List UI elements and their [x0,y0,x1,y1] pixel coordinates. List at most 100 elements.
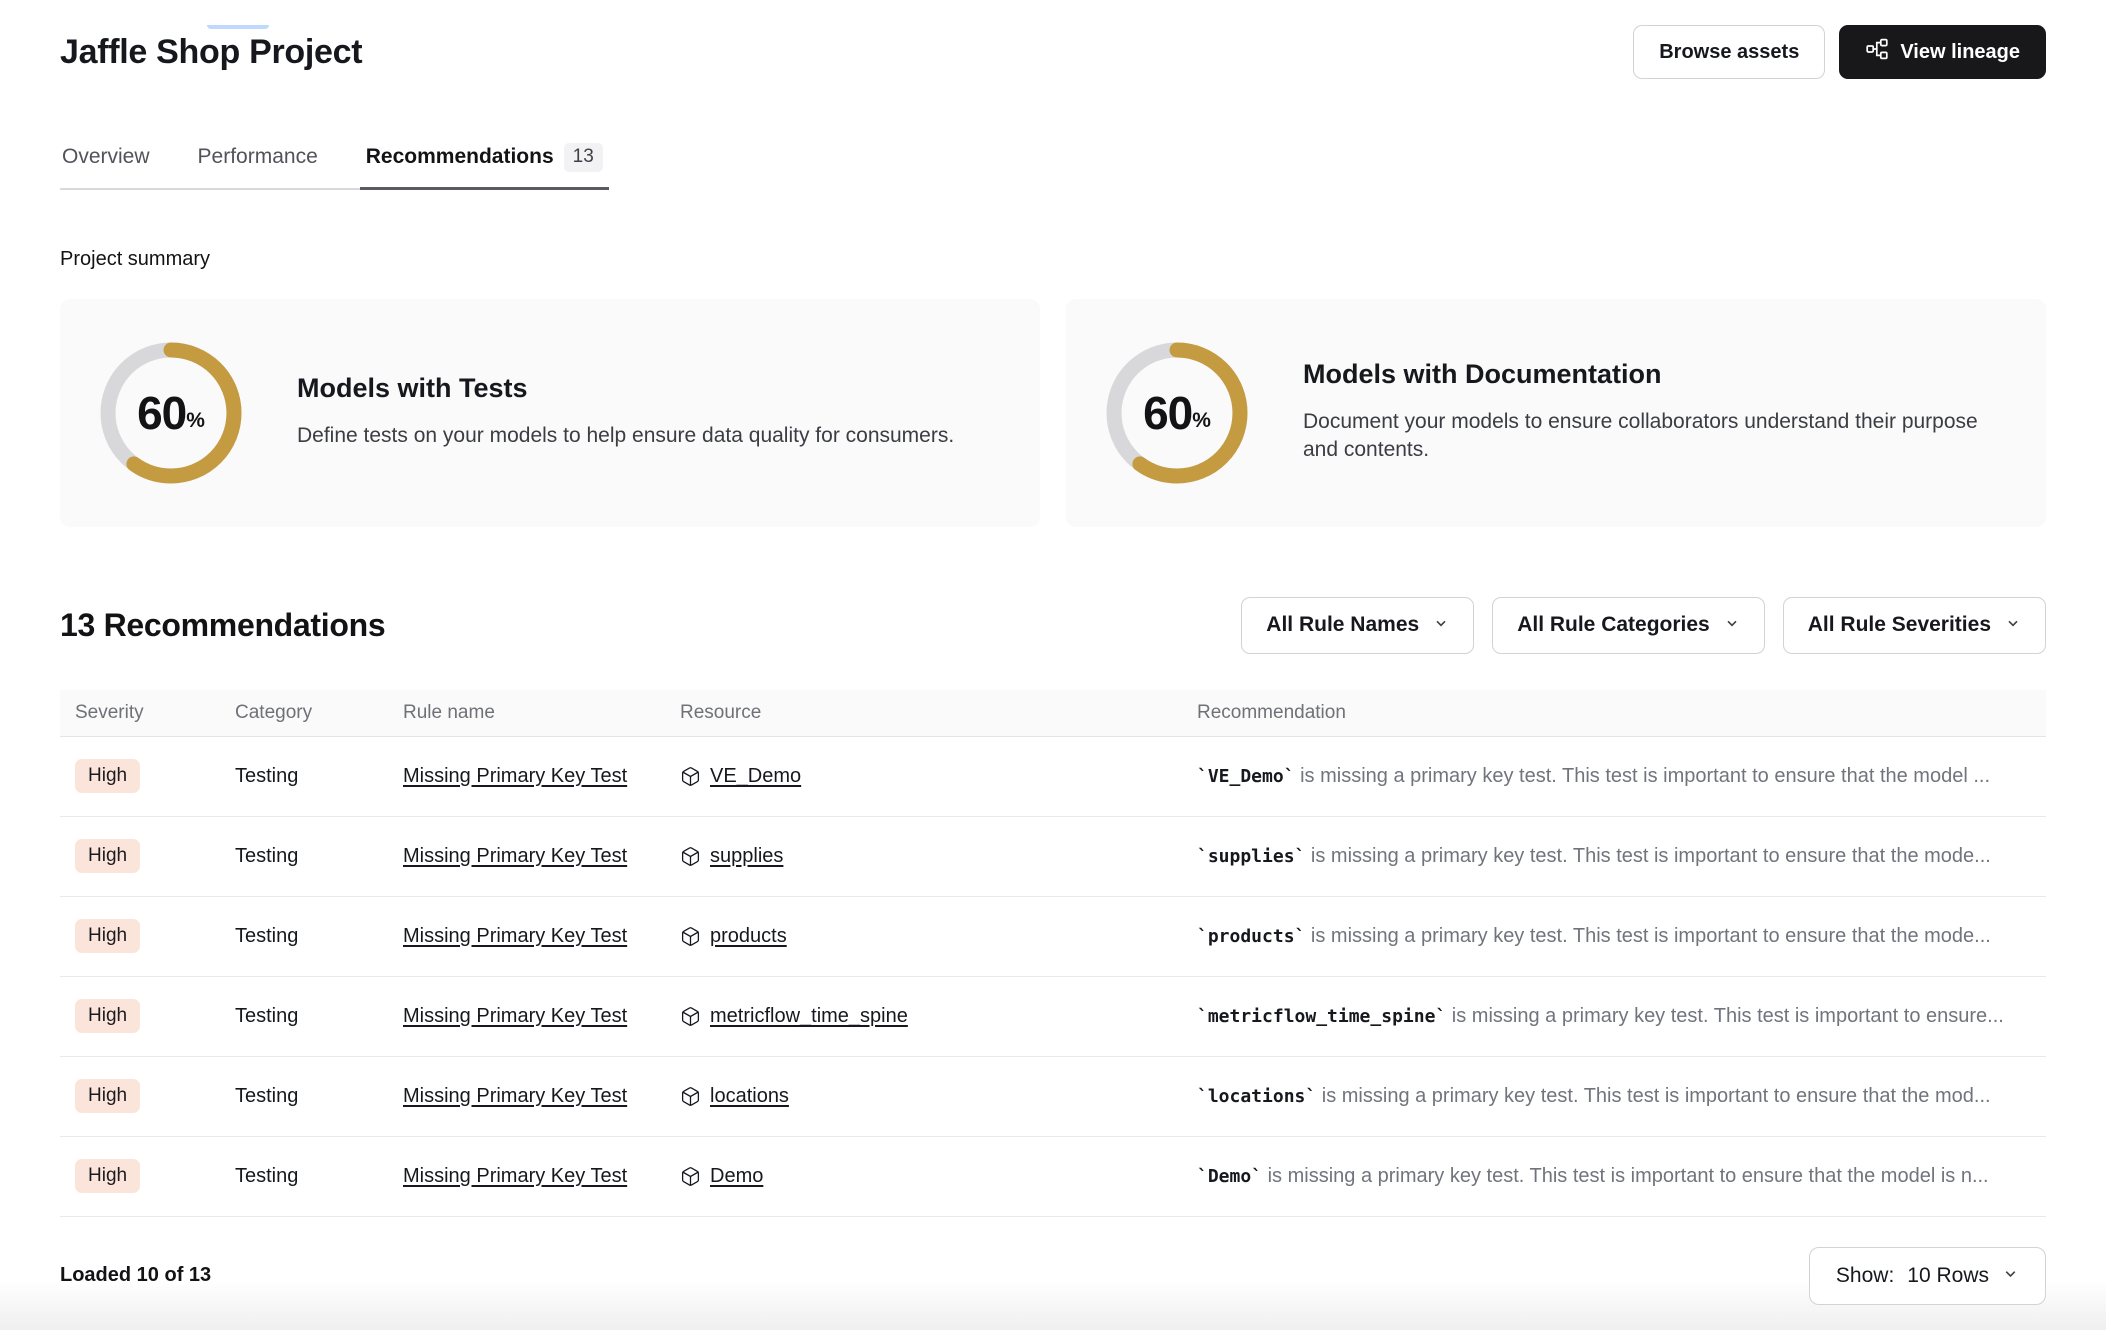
tab-overview-label: Overview [62,145,150,169]
model-cube-icon [680,846,701,867]
rule-name-link[interactable]: Missing Primary Key Test [403,1005,627,1027]
category-cell: Testing [220,845,388,868]
tab-overview[interactable]: Overview [60,143,152,188]
table-body: High Testing Missing Primary Key Test VE… [60,737,2046,1217]
recommendation-text: is missing a primary key test. This test… [1316,1085,1990,1107]
docs-card-title: Models with Documentation [1303,359,2006,390]
table-row: High Testing Missing Primary Key Test VE… [60,737,2046,817]
resource-link[interactable]: Demo [710,1165,763,1188]
recommendations-header: 13 Recommendations All Rule Names All Ru… [60,597,2046,654]
browse-assets-label: Browse assets [1659,41,1799,64]
col-severity: Severity [60,702,220,724]
model-cube-icon [680,1166,701,1187]
resource-link[interactable]: locations [710,1085,789,1108]
col-category: Category [220,702,388,724]
rule-severities-filter[interactable]: All Rule Severities [1783,597,2046,654]
show-rows-select[interactable]: Show: 10 Rows [1809,1247,2046,1305]
recommendation-text: is missing a primary key test. This test… [1295,765,1990,787]
recommendation-text: is missing a primary key test. This test… [1262,1165,1989,1187]
tab-performance[interactable]: Performance [196,143,320,188]
table-row: High Testing Missing Primary Key Test lo… [60,1057,2046,1137]
col-resource: Resource [665,702,1182,724]
view-lineage-label: View lineage [1900,41,2020,64]
severity-badge: High [75,1079,140,1113]
header-actions: Browse assets View lineage [1633,25,2046,79]
rule-severities-filter-label: All Rule Severities [1808,613,1991,637]
tests-percent-symbol: % [186,409,205,433]
docs-percent-value: 60 [1143,386,1192,440]
models-with-tests-card: 60 % Models with Tests Define tests on y… [60,299,1040,527]
resource-link[interactable]: VE_Demo [710,765,801,788]
filters: All Rule Names All Rule Categories All R… [1241,597,2046,654]
recommendations-heading: 13 Recommendations [60,607,385,644]
severity-badge: High [75,919,140,953]
severity-badge: High [75,839,140,873]
model-cube-icon [680,926,701,947]
tests-donut-chart: 60 % [100,342,242,484]
resource-link[interactable]: supplies [710,845,783,868]
category-cell: Testing [220,1005,388,1028]
resource-code: `products` [1197,926,1305,947]
col-rule-name: Rule name [388,702,665,724]
resource-code: `Demo` [1197,1166,1262,1187]
top-blue-indicator [207,25,269,29]
resource-link[interactable]: metricflow_time_spine [710,1005,908,1028]
category-cell: Testing [220,1085,388,1108]
tests-card-title: Models with Tests [297,373,954,404]
recommendations-table: Severity Category Rule name Resource Rec… [60,690,2046,1217]
resource-code: `VE_Demo` [1197,766,1295,787]
chevron-down-icon [2002,1264,2019,1288]
tab-performance-label: Performance [198,145,318,169]
chevron-down-icon [2005,613,2021,637]
lineage-icon [1865,37,1889,67]
severity-badge: High [75,1159,140,1193]
rule-name-link[interactable]: Missing Primary Key Test [403,845,627,867]
chevron-down-icon [1724,613,1740,637]
docs-percent-symbol: % [1192,409,1211,433]
page-title: Jaffle Shop Project [60,33,362,72]
category-cell: Testing [220,1165,388,1188]
model-cube-icon [680,1006,701,1027]
table-header-row: Severity Category Rule name Resource Rec… [60,690,2046,737]
summary-cards: 60 % Models with Tests Define tests on y… [60,299,2046,527]
rule-names-filter[interactable]: All Rule Names [1241,597,1474,654]
resource-code: `supplies` [1197,846,1305,867]
severity-badge: High [75,759,140,793]
recommendations-count-badge: 13 [564,143,603,172]
recommendation-text: is missing a primary key test. This test… [1305,845,1990,867]
rule-name-link[interactable]: Missing Primary Key Test [403,1085,627,1107]
rule-name-link[interactable]: Missing Primary Key Test [403,925,627,947]
page-header: Jaffle Shop Project Browse assets View [60,25,2046,79]
browse-assets-button[interactable]: Browse assets [1633,25,1825,79]
resource-link[interactable]: products [710,925,787,948]
recommendation-text: is missing a primary key test. This test… [1305,925,1990,947]
rule-name-link[interactable]: Missing Primary Key Test [403,765,627,787]
recommendation-text: is missing a primary key test. This test… [1446,1005,2004,1027]
show-label: Show: [1836,1264,1894,1288]
tab-bar: Overview Performance Recommendations 13 [60,143,609,190]
rule-name-link[interactable]: Missing Primary Key Test [403,1165,627,1187]
category-cell: Testing [220,765,388,788]
table-row: High Testing Missing Primary Key Test pr… [60,897,2046,977]
docs-donut-chart: 60 % [1106,342,1248,484]
tab-recommendations-label: Recommendations [366,145,554,169]
model-cube-icon [680,1086,701,1107]
resource-code: `locations` [1197,1086,1316,1107]
tests-card-description: Define tests on your models to help ensu… [297,422,954,450]
tab-recommendations[interactable]: Recommendations 13 [364,143,605,188]
rule-names-filter-label: All Rule Names [1266,613,1419,637]
col-recommendation: Recommendation [1182,702,2046,724]
show-rows-value: 10 Rows [1907,1264,1989,1288]
table-footer: Loaded 10 of 13 Show: 10 Rows [60,1247,2046,1305]
resource-code: `metricflow_time_spine` [1197,1006,1446,1027]
category-cell: Testing [220,925,388,948]
view-lineage-button[interactable]: View lineage [1839,25,2046,79]
table-row: High Testing Missing Primary Key Test me… [60,977,2046,1057]
rule-categories-filter[interactable]: All Rule Categories [1492,597,1765,654]
rule-categories-filter-label: All Rule Categories [1517,613,1710,637]
table-row: High Testing Missing Primary Key Test De… [60,1137,2046,1217]
chevron-down-icon [1433,613,1449,637]
tests-percent-value: 60 [137,386,186,440]
table-row: High Testing Missing Primary Key Test su… [60,817,2046,897]
project-page: Jaffle Shop Project Browse assets View [0,25,2106,1330]
